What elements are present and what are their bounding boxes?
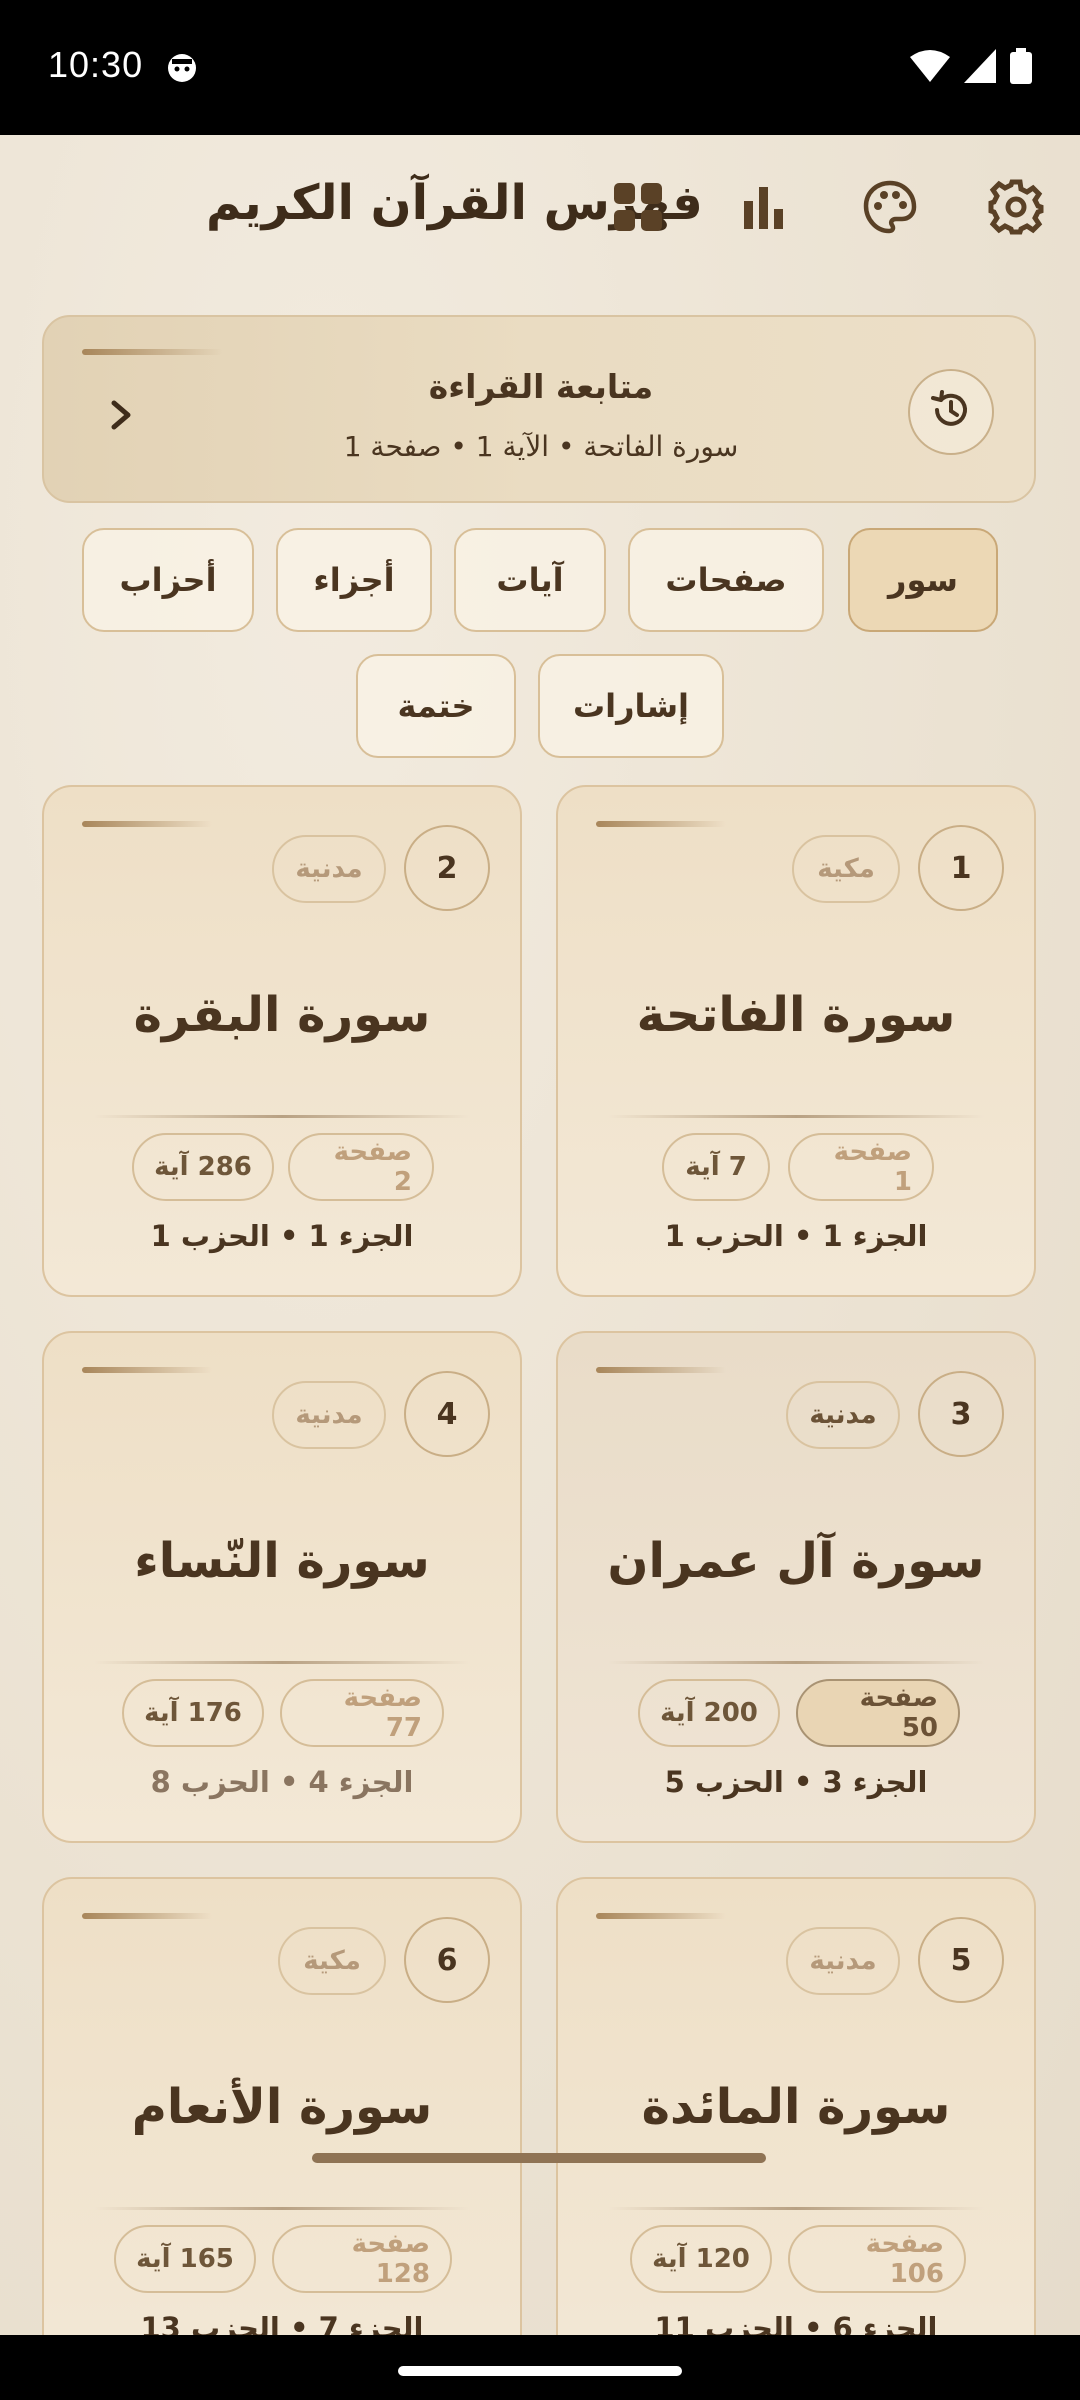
- signal-icon: [964, 49, 996, 87]
- surah-number: 3: [918, 1371, 1004, 1457]
- bar-chart-icon[interactable]: [734, 177, 794, 237]
- page-badge: صفحة 128: [272, 2225, 452, 2293]
- surah-card[interactable]: 3 مدنية سورة آل عمران صفحة 50 200 آية ال…: [556, 1331, 1036, 1843]
- revelation-type-badge: مكية: [278, 1927, 386, 1995]
- status-time: 10:30: [48, 44, 144, 85]
- surah-name: سورة المائدة: [641, 2079, 951, 2135]
- surah-name: سورة الأنعام: [131, 2079, 433, 2135]
- page-badge: صفحة 77: [280, 1679, 444, 1747]
- surah-name: سورة البقرة: [133, 987, 431, 1043]
- continue-reading-subtitle: سورة الفاتحة • الآية 1 • صفحة 1: [343, 430, 739, 463]
- juz-hizb-label: الجزء 3 • الحزب 5: [664, 1765, 928, 1799]
- revelation-type-badge: مدنية: [786, 1381, 900, 1449]
- battery-icon: [1010, 48, 1032, 88]
- surah-card[interactable]: 1 مكية سورة الفاتحة صفحة 1 7 آية الجزء 1…: [556, 785, 1036, 1297]
- status-bar: 10:30: [0, 0, 1080, 135]
- app-content: فهرس القرآن الكريم متابعة القراءة سورة ا…: [0, 135, 1080, 2335]
- palette-icon[interactable]: [860, 177, 920, 237]
- chevron-right-icon[interactable]: [100, 395, 140, 435]
- revelation-type-badge: مدنية: [272, 1381, 386, 1449]
- gear-icon[interactable]: [986, 177, 1046, 237]
- juz-hizb-label: الجزء 4 • الحزب 8: [150, 1765, 414, 1799]
- juz-hizb-label: الجزء 1 • الحزب 1: [150, 1219, 414, 1253]
- accent-line: [82, 821, 212, 827]
- divider: [608, 2207, 984, 2210]
- surah-number: 6: [404, 1917, 490, 2003]
- tab-hizb[interactable]: أحزاب: [82, 528, 254, 632]
- home-gesture-handle[interactable]: [398, 2366, 682, 2376]
- page-badge: صفحة 2: [288, 1133, 434, 1201]
- tab-juz[interactable]: أجزاء: [276, 528, 432, 632]
- wifi-icon: [910, 49, 950, 87]
- continue-reading-title: متابعة القراءة: [428, 367, 654, 406]
- accent-line: [82, 349, 222, 355]
- surah-name: سورة الفاتحة: [636, 987, 956, 1043]
- surah-card[interactable]: 4 مدنية سورة النّساء صفحة 77 176 آية الج…: [42, 1331, 522, 1843]
- revelation-type-badge: مدنية: [786, 1927, 900, 1995]
- surah-card[interactable]: 6 مكية سورة الأنعام صفحة 128 165 آية الج…: [42, 1877, 522, 2335]
- accent-line: [596, 821, 726, 827]
- accent-line: [82, 1367, 212, 1373]
- page-badge: صفحة 50: [796, 1679, 960, 1747]
- surah-card[interactable]: 2 مدنية سورة البقرة صفحة 2 286 آية الجزء…: [42, 785, 522, 1297]
- ayah-count-badge: 286 آية: [132, 1133, 274, 1201]
- scroll-indicator[interactable]: [312, 2153, 766, 2163]
- revelation-type-badge: مدنية: [272, 835, 386, 903]
- notification-icon: [166, 52, 198, 84]
- divider: [94, 1115, 470, 1118]
- juz-hizb-label: الجزء 6 • الحزب 11: [654, 2311, 938, 2335]
- surah-number: 2: [404, 825, 490, 911]
- history-icon: [929, 388, 973, 436]
- tab-khatma[interactable]: ختمة: [356, 654, 516, 758]
- ayah-count-badge: 176 آية: [122, 1679, 264, 1747]
- juz-hizb-label: الجزء 7 • الحزب 13: [140, 2311, 424, 2335]
- revelation-type-badge: مكية: [792, 835, 900, 903]
- app-header: فهرس القرآن الكريم: [0, 135, 1080, 285]
- ayah-count-badge: 200 آية: [638, 1679, 780, 1747]
- surah-number: 4: [404, 1371, 490, 1457]
- history-button[interactable]: [908, 369, 994, 455]
- juz-hizb-label: الجزء 1 • الحزب 1: [664, 1219, 928, 1253]
- surah-card[interactable]: 5 مدنية سورة المائدة صفحة 106 120 آية ال…: [556, 1877, 1036, 2335]
- grid-icon[interactable]: [608, 177, 668, 237]
- surah-name: سورة آل عمران: [607, 1533, 985, 1589]
- tab-surahs[interactable]: سور: [848, 528, 998, 632]
- page-badge: صفحة 1: [788, 1133, 934, 1201]
- divider: [94, 1661, 470, 1664]
- surah-number: 5: [918, 1917, 1004, 2003]
- tab-pages[interactable]: صفحات: [628, 528, 824, 632]
- surah-number: 1: [918, 825, 1004, 911]
- tab-bookmarks[interactable]: إشارات: [538, 654, 724, 758]
- page-badge: صفحة 106: [788, 2225, 966, 2293]
- continue-reading-card[interactable]: متابعة القراءة سورة الفاتحة • الآية 1 • …: [42, 315, 1036, 503]
- accent-line: [596, 1367, 726, 1373]
- accent-line: [596, 1913, 726, 1919]
- accent-line: [82, 1913, 212, 1919]
- ayah-count-badge: 165 آية: [114, 2225, 256, 2293]
- divider: [94, 2207, 470, 2210]
- divider: [608, 1115, 984, 1118]
- ayah-count-badge: 120 آية: [630, 2225, 772, 2293]
- ayah-count-badge: 7 آية: [662, 1133, 770, 1201]
- tab-ayahs[interactable]: آيات: [454, 528, 606, 632]
- divider: [608, 1661, 984, 1664]
- surah-name: سورة النّساء: [134, 1533, 430, 1589]
